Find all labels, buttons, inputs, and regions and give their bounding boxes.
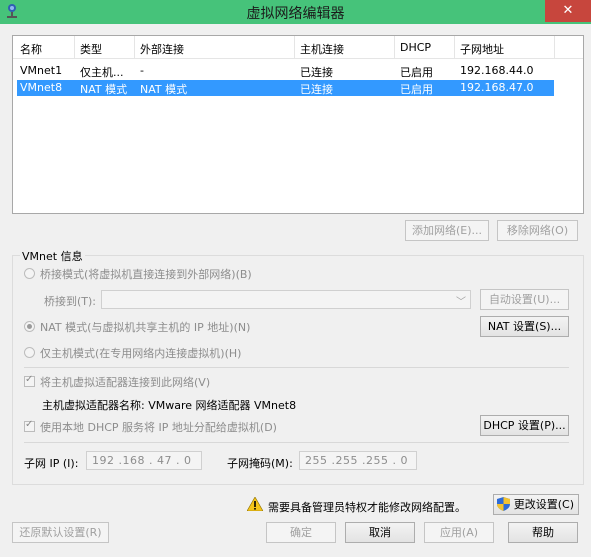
column-divider[interactable] <box>394 36 395 58</box>
close-icon: ✕ <box>562 3 574 18</box>
admin-notice-text: 需要具备管理员特权才能修改网络配置。 <box>268 501 466 514</box>
subnet-mask-input[interactable]: 255 .255 .255 . 0 <box>299 451 417 470</box>
connect-adapter-label[interactable]: 将主机虚拟适配器连接到此网络(V) <box>40 374 210 390</box>
nat-mode-radio[interactable] <box>24 321 35 332</box>
apply-button[interactable]: 应用(A) <box>424 522 494 543</box>
column-header-name[interactable]: 名称 <box>20 41 42 57</box>
nat-settings-button[interactable]: NAT 设置(S)... <box>480 316 569 337</box>
cell-subnet: 192.168.44.0 <box>460 64 534 77</box>
virtual-network-editor-window: 虚拟网络编辑器 ✕ 名称 类型 外部连接 主机连接 DHCP 子网地址 VMne… <box>0 0 591 557</box>
restore-defaults-button[interactable]: 还原默认设置(R) <box>12 522 109 543</box>
vmnet-info-label: VMnet 信息 <box>20 248 85 264</box>
title-bar[interactable]: 虚拟网络编辑器 ✕ <box>0 0 591 24</box>
subnet-ip-label: 子网 IP (I): <box>24 457 79 470</box>
cell-name: VMnet8 <box>20 81 63 94</box>
bridge-to-label: 桥接到(T): <box>44 295 97 308</box>
column-divider[interactable] <box>454 36 455 58</box>
window-title: 虚拟网络编辑器 <box>246 6 345 22</box>
column-header-host[interactable]: 主机连接 <box>300 41 344 57</box>
subnet-mask-label: 子网掩码(M): <box>227 457 293 470</box>
column-divider[interactable] <box>554 36 555 58</box>
table-row-vmnet8[interactable]: VMnet8 NAT 模式 NAT 模式 已连接 已启用 192.168.47.… <box>17 80 554 96</box>
cell-external: NAT 模式 <box>140 83 188 96</box>
cell-external: - <box>140 64 144 77</box>
use-dhcp-label[interactable]: 使用本地 DHCP 服务将 IP 地址分配给虚拟机(D) <box>40 419 277 435</box>
cell-host: 已连接 <box>300 83 333 96</box>
host-only-label[interactable]: 仅主机模式(在专用网络内连接虚拟机)(H) <box>40 345 241 361</box>
column-divider[interactable] <box>134 36 135 58</box>
adapter-name-text: 主机虚拟适配器名称: VMware 网络适配器 VMnet8 <box>42 399 297 412</box>
divider <box>24 442 569 443</box>
column-header-subnet[interactable]: 子网地址 <box>460 41 504 57</box>
help-button[interactable]: 帮助 <box>508 522 578 543</box>
cell-type: NAT 模式 <box>80 83 128 96</box>
cell-host: 已连接 <box>300 66 333 79</box>
bridge-mode-radio[interactable] <box>24 268 35 279</box>
nat-mode-label[interactable]: NAT 模式(与虚拟机共享主机的 IP 地址)(N) <box>40 319 250 335</box>
cell-dhcp: 已启用 <box>400 66 433 79</box>
column-header-dhcp[interactable]: DHCP <box>400 41 431 54</box>
column-divider[interactable] <box>74 36 75 58</box>
column-header-type[interactable]: 类型 <box>80 41 102 57</box>
bridge-mode-label[interactable]: 桥接模式(将虚拟机直接连接到外部网络)(B) <box>40 266 252 282</box>
table-row-vmnet1[interactable]: VMnet1 仅主机... - 已连接 已启用 192.168.44.0 <box>17 63 554 79</box>
column-header-external[interactable]: 外部连接 <box>140 41 184 57</box>
close-button[interactable]: ✕ <box>545 0 591 22</box>
connect-adapter-checkbox[interactable] <box>24 374 35 387</box>
cell-name: VMnet1 <box>20 64 63 77</box>
network-list-header: 名称 类型 外部连接 主机连接 DHCP 子网地址 <box>13 36 583 59</box>
subnet-ip-input[interactable]: 192 .168 . 47 . 0 <box>86 451 202 470</box>
cell-subnet: 192.168.47.0 <box>460 81 534 94</box>
remove-network-button[interactable]: 移除网络(O) <box>497 220 578 241</box>
bridge-to-dropdown[interactable]: ﹀ <box>101 290 471 309</box>
uac-shield-icon <box>497 497 510 511</box>
change-settings-label: 更改设置(C) <box>513 498 574 511</box>
ok-button[interactable]: 确定 <box>266 522 336 543</box>
network-list[interactable]: 名称 类型 外部连接 主机连接 DHCP 子网地址 VMnet1 仅主机... … <box>12 35 584 214</box>
cancel-button[interactable]: 取消 <box>345 522 415 543</box>
warning-icon <box>247 497 263 511</box>
auto-settings-button[interactable]: 自动设置(U)... <box>480 289 569 310</box>
chevron-down-icon: ﹀ <box>456 297 466 308</box>
add-network-button[interactable]: 添加网络(E)... <box>405 220 489 241</box>
cell-dhcp: 已启用 <box>400 83 433 96</box>
divider <box>24 367 569 368</box>
host-only-radio[interactable] <box>24 347 35 358</box>
dhcp-settings-button[interactable]: DHCP 设置(P)... <box>480 415 569 436</box>
use-dhcp-checkbox[interactable] <box>24 419 35 432</box>
column-divider[interactable] <box>294 36 295 58</box>
cell-type: 仅主机... <box>80 66 124 79</box>
